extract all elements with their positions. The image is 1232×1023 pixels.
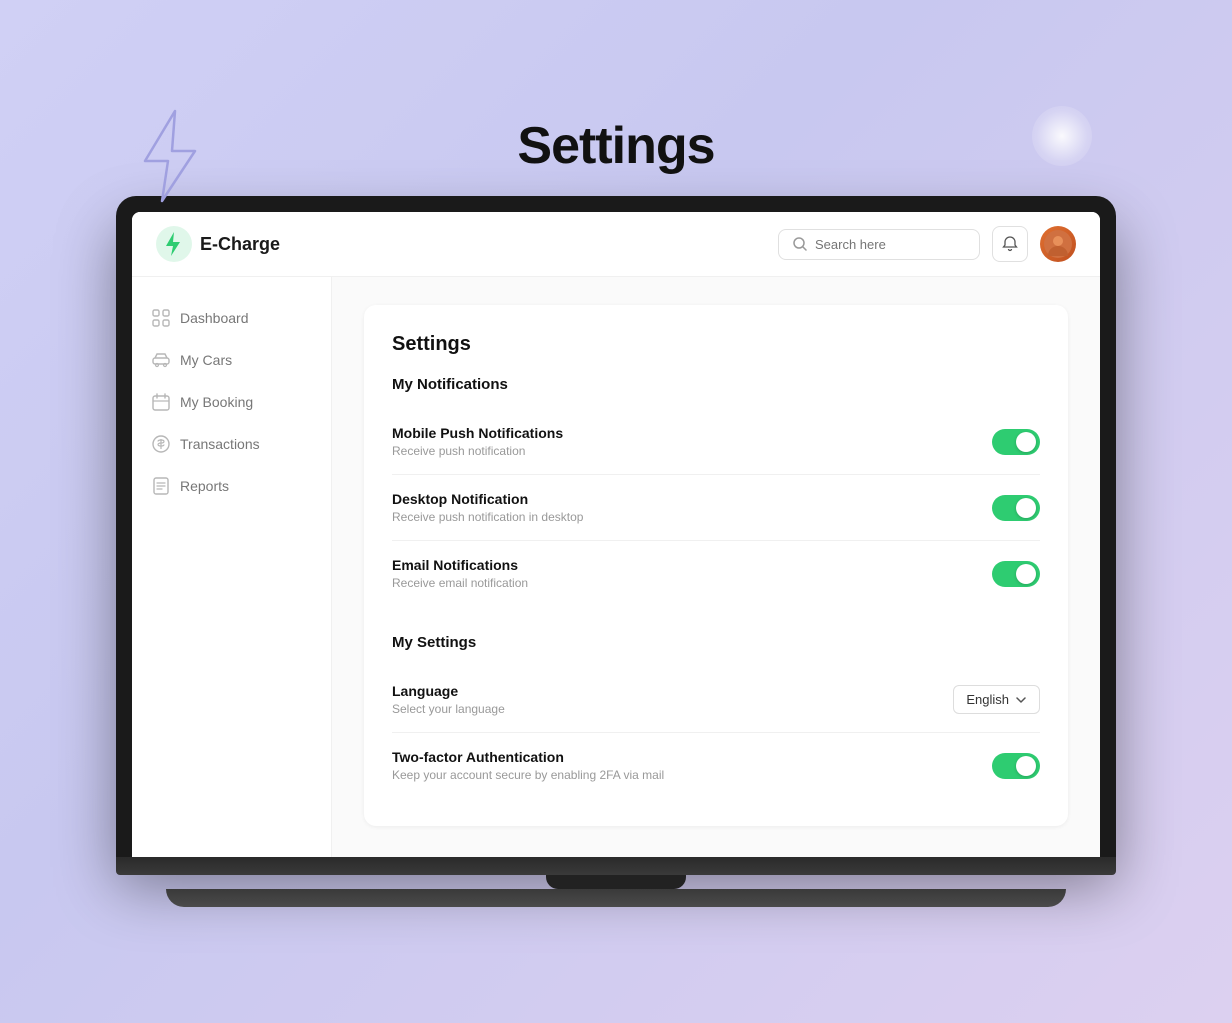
calendar-icon — [152, 393, 170, 411]
language-label: Language — [392, 683, 505, 699]
mobile-push-desc: Receive push notification — [392, 444, 563, 458]
brand-logo-area: E-Charge — [156, 226, 280, 262]
search-bar[interactable] — [778, 229, 980, 260]
language-select[interactable]: English — [953, 685, 1040, 714]
search-icon — [793, 237, 807, 251]
mobile-push-toggle[interactable] — [992, 429, 1040, 455]
main-content: Settings My Notifications Mobile Push No… — [332, 277, 1100, 857]
transactions-label: Transactions — [180, 436, 260, 452]
two-factor-desc: Keep your account secure by enabling 2FA… — [392, 768, 664, 782]
user-avatar[interactable] — [1040, 226, 1076, 262]
brand-logo-icon — [156, 226, 192, 262]
desktop-notif-label: Desktop Notification — [392, 491, 583, 507]
two-factor-label: Two-factor Authentication — [392, 749, 664, 765]
dollar-icon — [152, 435, 170, 453]
two-factor-toggle[interactable] — [992, 753, 1040, 779]
sidebar-item-my-booking[interactable]: My Booking — [132, 381, 331, 423]
desktop-notif-row: Desktop Notification Receive push notifi… — [392, 474, 1040, 540]
laptop-bottom-bar — [116, 857, 1116, 875]
email-notif-desc: Receive email notification — [392, 576, 528, 590]
laptop-hinge — [546, 875, 686, 889]
language-info: Language Select your language — [392, 683, 505, 716]
settings-heading: Settings — [392, 333, 1040, 356]
laptop-stand-base — [166, 889, 1066, 907]
reports-label: Reports — [180, 478, 229, 494]
dashboard-label: Dashboard — [180, 310, 249, 326]
sidebar: Dashboard My Cars — [132, 277, 332, 857]
notification-button[interactable] — [992, 226, 1028, 262]
app-header: E-Charge — [132, 212, 1100, 277]
glow-decoration — [1032, 106, 1092, 166]
desktop-notif-toggle[interactable] — [992, 495, 1040, 521]
header-right — [778, 226, 1076, 262]
chevron-down-icon — [1015, 694, 1027, 706]
notifications-section-title: My Notifications — [392, 376, 1040, 393]
car-icon — [152, 351, 170, 369]
language-row: Language Select your language English — [392, 667, 1040, 732]
file-icon — [152, 477, 170, 495]
laptop-screen: E-Charge — [132, 212, 1100, 857]
brand-name: E-Charge — [200, 234, 280, 255]
app-body: Dashboard My Cars — [132, 277, 1100, 857]
sidebar-item-dashboard[interactable]: Dashboard — [132, 297, 331, 339]
laptop-base — [116, 857, 1116, 907]
language-value: English — [966, 692, 1009, 707]
my-booking-label: My Booking — [180, 394, 253, 410]
email-notif-toggle[interactable] — [992, 561, 1040, 587]
email-notif-row: Email Notifications Receive email notifi… — [392, 540, 1040, 606]
language-desc: Select your language — [392, 702, 505, 716]
desktop-notif-info: Desktop Notification Receive push notifi… — [392, 491, 583, 524]
bell-icon — [1002, 236, 1018, 252]
search-input[interactable] — [815, 237, 965, 252]
mobile-push-label: Mobile Push Notifications — [392, 425, 563, 441]
sidebar-item-my-cars[interactable]: My Cars — [132, 339, 331, 381]
my-settings-title: My Settings — [392, 634, 1040, 651]
settings-card: Settings My Notifications Mobile Push No… — [364, 305, 1068, 826]
email-notif-info: Email Notifications Receive email notifi… — [392, 557, 528, 590]
mobile-push-info: Mobile Push Notifications Receive push n… — [392, 425, 563, 458]
lightning-icon — [140, 106, 200, 211]
email-notif-label: Email Notifications — [392, 557, 528, 573]
two-factor-row: Two-factor Authentication Keep your acco… — [392, 732, 1040, 798]
sidebar-item-reports[interactable]: Reports — [132, 465, 331, 507]
desktop-notif-desc: Receive push notification in desktop — [392, 510, 583, 524]
two-factor-info: Two-factor Authentication Keep your acco… — [392, 749, 664, 782]
laptop-frame: E-Charge — [116, 196, 1116, 857]
sidebar-item-transactions[interactable]: Transactions — [132, 423, 331, 465]
grid-icon — [152, 309, 170, 327]
settings-section: My Settings Language Select your languag… — [392, 634, 1040, 798]
my-cars-label: My Cars — [180, 352, 232, 368]
mobile-push-row: Mobile Push Notifications Receive push n… — [392, 409, 1040, 474]
